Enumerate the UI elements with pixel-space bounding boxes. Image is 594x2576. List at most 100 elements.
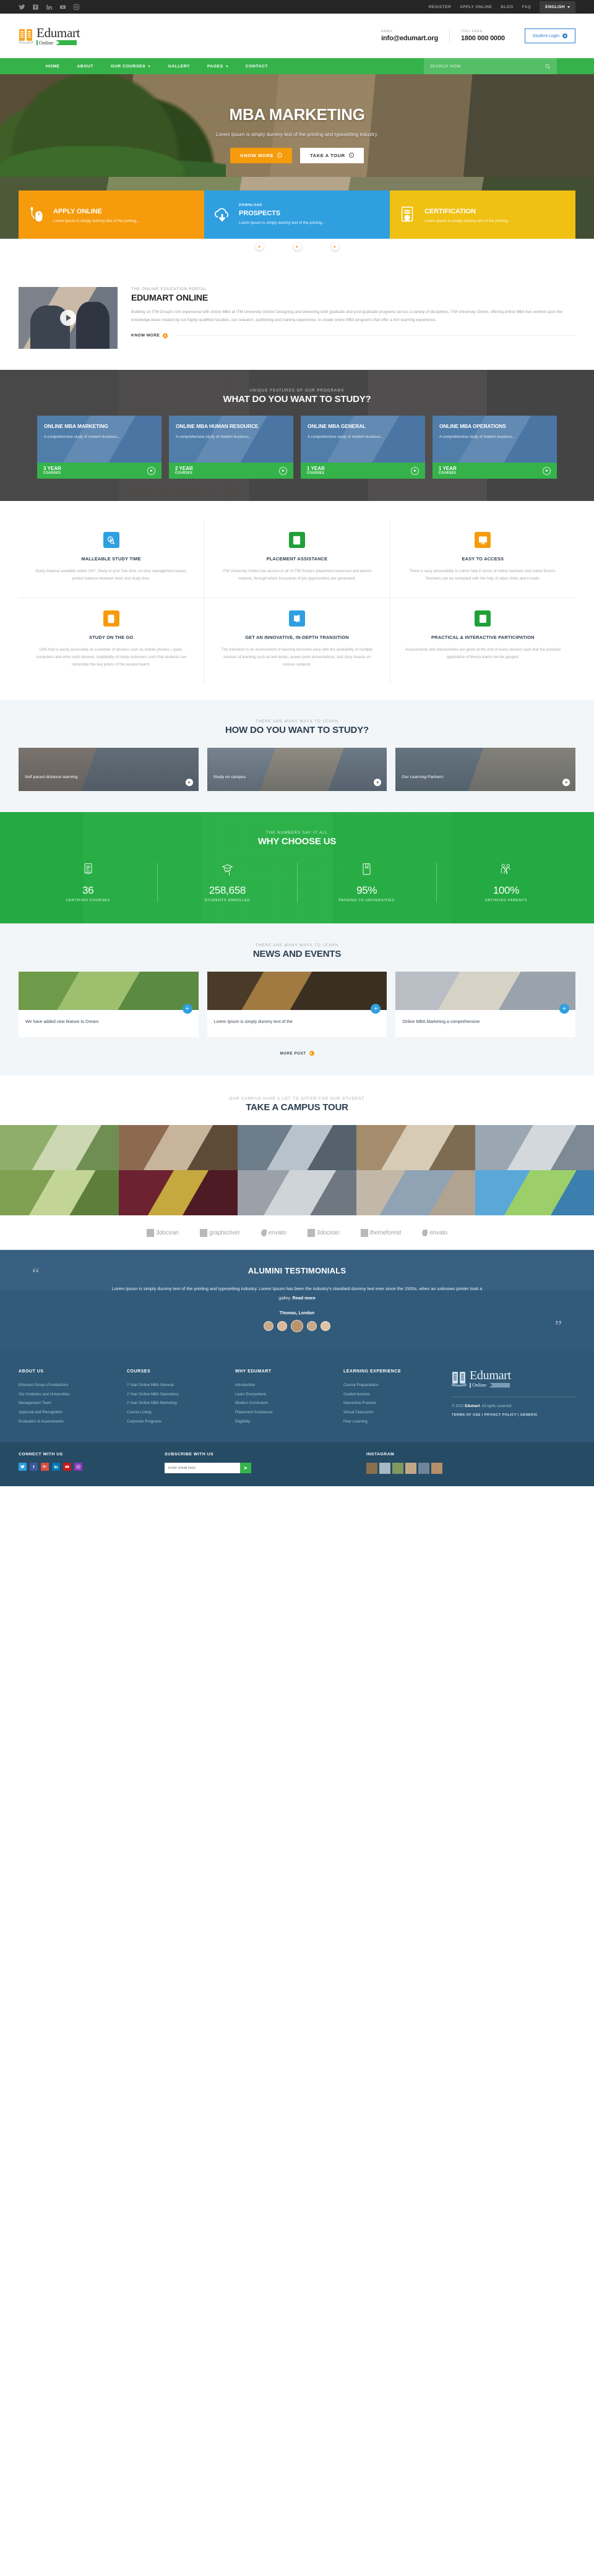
promo-card-certification[interactable]: CERTIFICATION Lorem Ipsum is simply dumm…	[390, 190, 575, 239]
nav-item-contact[interactable]: CONTACT	[237, 58, 277, 74]
instagram-icon[interactable]	[74, 1463, 82, 1471]
language-selector[interactable]: ENGLISH	[540, 1, 575, 13]
search-input[interactable]	[430, 64, 529, 69]
instagram-thumb[interactable]	[379, 1463, 390, 1474]
top-link-register[interactable]: REGISTER	[429, 5, 451, 9]
promo-card-apply-online[interactable]: APPLY ONLINE Lorem Ipsum is simply dummy…	[19, 190, 204, 239]
footer-link[interactable]: Edumart Group of Institutions	[19, 1381, 116, 1390]
footer-link[interactable]: Eligibility	[235, 1418, 332, 1427]
footer-link[interactable]: Guided lessons	[343, 1390, 441, 1400]
arrow-circle-icon[interactable]	[411, 466, 419, 475]
footer-logo[interactable]: Edumart Online	[452, 1369, 575, 1388]
search-icon[interactable]	[545, 64, 551, 69]
campus-photo[interactable]	[119, 1170, 238, 1216]
nav-item-gallery[interactable]: GALLERY	[159, 58, 199, 74]
brand-envato-2[interactable]: envato	[422, 1230, 447, 1237]
course-card[interactable]: ONLINE MBA HUMAN RESOURCE A comprehensiv…	[169, 416, 293, 479]
arrow-circle-icon[interactable]	[279, 466, 287, 475]
arrow-circle-icon[interactable]	[147, 466, 155, 475]
campus-photo[interactable]	[238, 1125, 356, 1171]
twitter-icon[interactable]	[19, 4, 25, 11]
nav-item-pages[interactable]: PAGES	[199, 58, 237, 74]
campus-photo[interactable]	[119, 1125, 238, 1171]
top-link-blog[interactable]: BLOG	[501, 5, 513, 9]
youtube-icon[interactable]	[59, 4, 66, 11]
subscribe-email-input[interactable]	[165, 1463, 240, 1474]
avatar[interactable]	[264, 1321, 273, 1332]
site-logo[interactable]: Edumart Online	[19, 26, 80, 46]
know-more-button[interactable]: KNOW MORE	[230, 147, 293, 163]
top-link-apply-online[interactable]: APPLY ONLINE	[460, 5, 492, 9]
google-plus-icon[interactable]	[41, 1463, 49, 1471]
footer-link[interactable]: Course Listing	[127, 1408, 224, 1418]
plus-icon[interactable]: +	[182, 1004, 192, 1014]
howstudy-card-self-paced[interactable]: Self paced distance learning	[19, 748, 199, 792]
campus-photo[interactable]	[0, 1125, 119, 1171]
footer-link[interactable]: Course Preparations	[343, 1381, 441, 1390]
footer-link[interactable]: Modern Curriculum	[235, 1399, 332, 1408]
footer-link[interactable]: Management Team	[19, 1399, 116, 1408]
news-card[interactable]: + Lorem Ipsum is simply dummy text of th…	[207, 972, 387, 1038]
arrow-circle-icon[interactable]	[543, 466, 551, 475]
promo-dot[interactable]	[330, 242, 339, 250]
take-a-tour-button[interactable]: TAKE A TOUR	[300, 147, 364, 163]
promo-dot[interactable]	[255, 242, 264, 250]
footer-link[interactable]: Introduction	[235, 1381, 332, 1390]
avatar[interactable]	[307, 1321, 317, 1332]
footer-link[interactable]: Evaluation & Assessments	[19, 1418, 116, 1427]
instagram-thumb[interactable]	[431, 1463, 442, 1474]
avatar[interactable]	[277, 1321, 287, 1332]
subscribe-submit-button[interactable]: ➤	[240, 1463, 251, 1474]
footer-link[interactable]: 2 Year Online MBA General	[127, 1381, 224, 1390]
youtube-icon[interactable]	[63, 1463, 71, 1471]
instagram-icon[interactable]	[73, 4, 80, 11]
instagram-thumb[interactable]	[405, 1463, 416, 1474]
facebook-icon[interactable]	[32, 4, 39, 11]
instagram-thumb[interactable]	[366, 1463, 377, 1474]
legal-links[interactable]: TERMS OF USE | PRIVACY POLICY | GENERIC	[452, 1413, 575, 1417]
about-know-more[interactable]: KNOW MORE	[131, 333, 575, 338]
linkedin-icon[interactable]	[52, 1463, 60, 1471]
promo-dot[interactable]	[293, 242, 301, 250]
howstudy-card-learning-partners[interactable]: Our Learning Partners	[395, 748, 576, 792]
avatar[interactable]	[291, 1320, 303, 1333]
twitter-icon[interactable]	[19, 1463, 27, 1471]
footer-link[interactable]: Virtual Classroom	[343, 1408, 441, 1418]
instagram-thumb[interactable]	[392, 1463, 403, 1474]
footer-link[interactable]: Corporate Programs	[127, 1418, 224, 1427]
about-video-thumbnail[interactable]	[19, 287, 118, 349]
footer-link[interactable]: Placement Assistance	[235, 1408, 332, 1418]
campus-photo[interactable]	[356, 1125, 475, 1171]
course-card[interactable]: ONLINE MBA OPERATIONS A comprehensive st…	[433, 416, 557, 479]
campus-photo[interactable]	[475, 1125, 594, 1171]
arrow-circle-icon[interactable]	[374, 779, 382, 787]
nav-item-home[interactable]: HOME	[37, 58, 68, 74]
campus-photo[interactable]	[475, 1170, 594, 1216]
play-icon[interactable]	[60, 310, 76, 326]
footer-link[interactable]: Interactive Practice	[343, 1399, 441, 1408]
nav-item-about[interactable]: ABOUT	[68, 58, 102, 74]
top-link-faq[interactable]: FAQ	[522, 5, 532, 9]
course-card[interactable]: ONLINE MBA GENERAL A comprehensive study…	[301, 416, 425, 479]
more-post-button[interactable]: MORE POST	[19, 1051, 575, 1056]
brand-themeforest[interactable]: themeforest	[360, 1229, 401, 1238]
instagram-thumb[interactable]	[418, 1463, 429, 1474]
brand-graphicriver[interactable]: graphicriver	[199, 1229, 240, 1238]
news-card[interactable]: + Online MBA Marketing a comprehensive	[395, 972, 576, 1038]
linkedin-icon[interactable]	[46, 4, 53, 11]
footer-link[interactable]: 2 Year Online MBA Marketing	[127, 1399, 224, 1408]
footer-link[interactable]: Our Institutes and Universities	[19, 1390, 116, 1400]
promo-card-download-prospects[interactable]: DOWNLOAD PROSPECTS Lorem Ipsum is simply…	[204, 190, 390, 239]
phone-value[interactable]: 1800 000 0000	[461, 35, 505, 42]
footer-link[interactable]: Learn Everywhere	[235, 1390, 332, 1400]
footer-link[interactable]: Peer Learning	[343, 1418, 441, 1427]
footer-link[interactable]: Approval and Recognition	[19, 1408, 116, 1418]
campus-photo[interactable]	[0, 1170, 119, 1216]
brand-envato[interactable]: envato	[260, 1230, 286, 1237]
footer-link[interactable]: 2 Year Online MBA Operations	[127, 1390, 224, 1400]
campus-photo[interactable]	[238, 1170, 356, 1216]
news-card[interactable]: + We have added new feature to Dream	[19, 972, 199, 1038]
howstudy-card-on-campus[interactable]: Study on campus	[207, 748, 387, 792]
nav-item-our-courses[interactable]: OUR COURSES	[102, 58, 159, 74]
campus-photo[interactable]	[356, 1170, 475, 1216]
